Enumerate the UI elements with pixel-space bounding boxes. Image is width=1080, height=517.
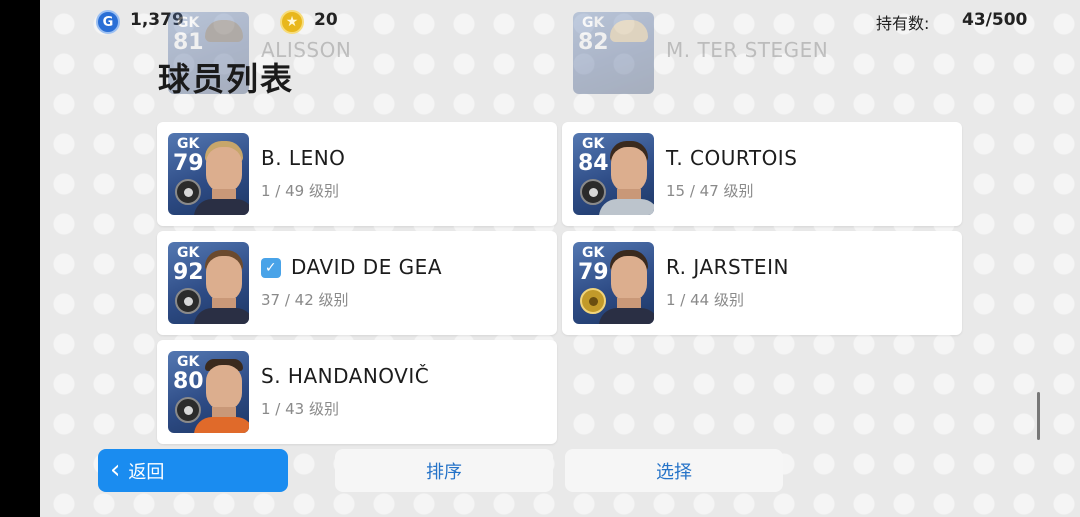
back-button[interactable]: ‹ 返回 bbox=[98, 449, 288, 492]
position-label: GK bbox=[582, 15, 605, 31]
player-portrait: GK 79 bbox=[573, 242, 654, 324]
player-photo bbox=[610, 20, 648, 42]
player-card-jarstein[interactable]: GK 79 R. JARSTEIN 1 / 44 级别 bbox=[562, 231, 962, 335]
player-card-courtois[interactable]: GK 84 T. COURTOIS 15 / 47 级别 bbox=[562, 122, 962, 226]
player-card-leno[interactable]: GK 79 B. LENO 1 / 49 级别 bbox=[157, 122, 557, 226]
sort-button-label: 排序 bbox=[426, 461, 462, 483]
position-label: GK bbox=[177, 354, 200, 370]
check-icon: ✓ bbox=[261, 258, 281, 278]
select-button-label: 选择 bbox=[656, 461, 692, 483]
rating-label: 79 bbox=[578, 260, 609, 285]
player-name: S. HANDANOVIČ bbox=[261, 364, 430, 388]
card-type-badge-icon bbox=[175, 288, 201, 314]
player-portrait: GK 82 bbox=[573, 12, 654, 94]
rating-label: 92 bbox=[173, 260, 204, 285]
player-name: R. JARSTEIN bbox=[666, 255, 789, 279]
gp-icon: G bbox=[96, 10, 120, 34]
rating-label: 81 bbox=[173, 30, 204, 55]
rating-label: 80 bbox=[173, 369, 204, 394]
player-name: T. COURTOIS bbox=[666, 146, 798, 170]
player-level: 1 / 49 级别 bbox=[261, 182, 339, 200]
back-button-label: 返回 bbox=[128, 461, 165, 483]
select-button[interactable]: 选择 bbox=[565, 449, 783, 492]
rating-label: 82 bbox=[578, 30, 609, 55]
player-portrait: GK 92 bbox=[168, 242, 249, 324]
player-name-row: ✓ DAVID DE GEA bbox=[261, 255, 442, 279]
position-label: GK bbox=[177, 15, 200, 31]
player-name: DAVID DE GEA bbox=[291, 255, 442, 279]
player-portrait: GK 80 bbox=[168, 351, 249, 433]
player-level: 1 / 43 级别 bbox=[261, 400, 339, 418]
position-label: GK bbox=[177, 136, 200, 152]
position-label: GK bbox=[582, 245, 605, 261]
sort-button[interactable]: 排序 bbox=[335, 449, 553, 492]
player-name: B. LENO bbox=[261, 146, 346, 170]
player-card-ter-stegen[interactable]: GK 82 M. TER STEGEN bbox=[562, 6, 962, 104]
player-level: 1 / 44 级别 bbox=[666, 291, 744, 309]
position-label: GK bbox=[582, 136, 605, 152]
position-label: GK bbox=[177, 245, 200, 261]
rating-label: 79 bbox=[173, 151, 204, 176]
player-card-de-gea[interactable]: GK 92 ✓ DAVID DE GEA 37 / 42 级别 bbox=[157, 231, 557, 335]
player-level: 37 / 42 级别 bbox=[261, 291, 349, 309]
owned-count-value: 43/500 bbox=[962, 10, 1028, 30]
player-photo bbox=[205, 20, 243, 42]
rating-label: 84 bbox=[578, 151, 609, 176]
player-portrait: GK 84 bbox=[573, 133, 654, 215]
player-list-screen: G 1,379 ★ 20 持有数: 43/500 GK 81 ALISSON G… bbox=[40, 0, 1080, 517]
player-name: M. TER STEGEN bbox=[666, 38, 829, 62]
card-type-badge-icon bbox=[175, 397, 201, 423]
player-level: 15 / 47 级别 bbox=[666, 182, 754, 200]
card-type-badge-icon bbox=[580, 179, 606, 205]
gold-badge-icon bbox=[580, 288, 606, 314]
page-title: 球员列表 bbox=[158, 60, 295, 98]
player-portrait: GK 79 bbox=[168, 133, 249, 215]
player-card-handanovic[interactable]: GK 80 S. HANDANOVIČ 1 / 43 级别 bbox=[157, 340, 557, 444]
card-type-badge-icon bbox=[175, 179, 201, 205]
scrollbar[interactable] bbox=[1037, 392, 1040, 440]
chevron-left-icon: ‹ bbox=[110, 454, 121, 485]
